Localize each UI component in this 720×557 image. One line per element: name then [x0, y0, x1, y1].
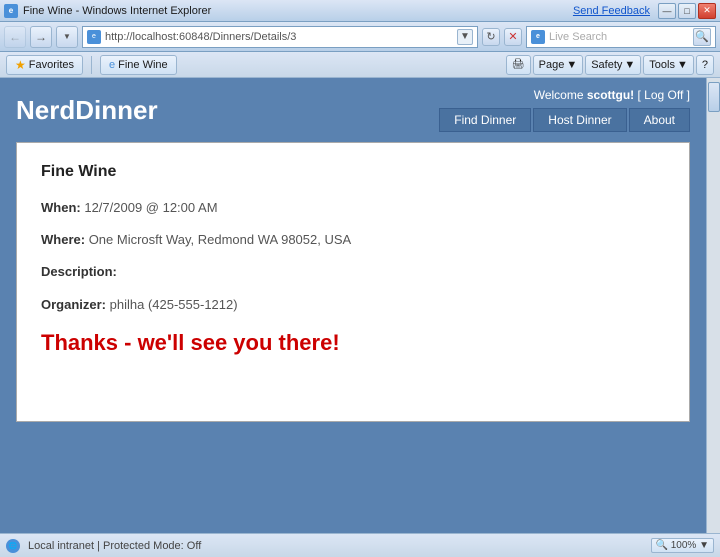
where-value: One Microsft Way, Redmond WA 98052, USA [89, 232, 352, 247]
minimize-button[interactable]: — [658, 3, 676, 19]
header-right: Welcome scottgu! [ Log Off ] Find Dinner… [439, 88, 690, 132]
safety-dropdown-icon: ▼ [624, 59, 635, 71]
where-field: Where: One Microsft Way, Redmond WA 9805… [41, 231, 665, 249]
live-search-text: Live Search [549, 31, 689, 43]
favorites-bar: ★ Favorites e Fine Wine 🖨 Page ▼ Safety … [0, 52, 720, 78]
username-label: scottgu! [587, 88, 634, 102]
ie-tab-icon: e [109, 59, 115, 71]
welcome-label: Welcome [534, 88, 584, 102]
window-title: Fine Wine - Windows Internet Explorer [23, 5, 211, 17]
tools-label: Tools [649, 59, 675, 71]
address-text: http://localhost:60848/Dinners/Details/3 [105, 31, 453, 43]
zoom-control[interactable]: 🔍 100% ▼ [651, 538, 715, 553]
star-icon: ★ [15, 58, 26, 72]
when-label: When: [41, 200, 81, 215]
page-icon: e [87, 30, 101, 44]
page-button[interactable]: Page ▼ [533, 55, 584, 75]
zoom-button[interactable]: 🔍 100% ▼ [651, 538, 715, 553]
zoom-level: 100% [671, 540, 697, 551]
dropdown-button[interactable]: ▼ [56, 26, 78, 48]
rsvp-message: Thanks - we'll see you there! [41, 330, 665, 356]
content-box: Fine Wine When: 12/7/2009 @ 12:00 AM Whe… [16, 142, 690, 422]
ie-logo-icon: e [4, 4, 18, 18]
navigation-bar: ← → ▼ e http://localhost:60848/Dinners/D… [0, 22, 720, 52]
organizer-field: Organizer: philha (425-555-1212) [41, 296, 665, 314]
live-search-logo-icon: e [531, 30, 545, 44]
favorites-label: Favorites [29, 59, 74, 71]
safety-button[interactable]: Safety ▼ [585, 55, 641, 75]
close-button[interactable]: ✕ [698, 3, 716, 19]
host-dinner-button[interactable]: Host Dinner [533, 108, 626, 132]
about-button[interactable]: About [629, 108, 690, 132]
site-wrapper: NerdDinner Welcome scottgu! [ Log Off ] … [0, 78, 706, 533]
zone-text: Local intranet | Protected Mode: Off [28, 540, 643, 552]
organizer-value: philha (425-555-1212) [110, 297, 238, 312]
stop-button[interactable]: ✕ [504, 28, 522, 46]
tab-label: Fine Wine [118, 59, 168, 71]
fine-wine-tab[interactable]: e Fine Wine [100, 55, 177, 75]
where-label: Where: [41, 232, 85, 247]
browser-outer: NerdDinner Welcome scottgu! [ Log Off ] … [0, 78, 720, 533]
when-field: When: 12/7/2009 @ 12:00 AM [41, 199, 665, 217]
maximize-button[interactable]: □ [678, 3, 696, 19]
favorites-button[interactable]: ★ Favorites [6, 55, 83, 75]
site-main: Fine Wine When: 12/7/2009 @ 12:00 AM Whe… [0, 132, 706, 533]
status-bar: 🌐 Local intranet | Protected Mode: Off 🔍… [0, 533, 720, 557]
zone-icon: 🌐 [6, 539, 20, 553]
logoff-link[interactable]: [ Log Off ] [638, 88, 690, 102]
zoom-dropdown-icon: ▼ [699, 540, 709, 551]
tools-dropdown-icon: ▼ [677, 59, 688, 71]
address-dropdown-button[interactable]: ▼ [457, 29, 473, 45]
site-title: NerdDinner [16, 95, 158, 126]
find-dinner-button[interactable]: Find Dinner [439, 108, 531, 132]
page-label: Page [539, 59, 565, 71]
print-button[interactable]: 🖨 [506, 55, 531, 75]
scroll-track[interactable] [706, 78, 720, 533]
forward-button[interactable]: → [30, 26, 52, 48]
zoom-icon: 🔍 [656, 540, 668, 551]
address-bar[interactable]: e http://localhost:60848/Dinners/Details… [82, 26, 478, 48]
help-icon: ? [702, 59, 708, 71]
tools-button[interactable]: Tools ▼ [643, 55, 694, 75]
toolbar-group: 🖨 Page ▼ Safety ▼ Tools ▼ ? [506, 55, 714, 75]
refresh-button[interactable]: ↻ [482, 28, 500, 46]
printer-icon: 🖨 [512, 59, 525, 70]
safety-label: Safety [591, 59, 622, 71]
page-dropdown-icon: ▼ [566, 59, 577, 71]
live-search-button[interactable]: 🔍 [693, 28, 711, 46]
description-field: Description: [41, 263, 665, 281]
dinner-title: Fine Wine [41, 163, 665, 181]
live-search-box[interactable]: e Live Search 🔍 [526, 26, 716, 48]
browser-content: NerdDinner Welcome scottgu! [ Log Off ] … [0, 78, 706, 533]
site-nav-links: Find Dinner Host Dinner About [439, 108, 690, 132]
welcome-message: Welcome scottgu! [ Log Off ] [534, 88, 690, 102]
organizer-label: Organizer: [41, 297, 106, 312]
title-bar: e Fine Wine - Windows Internet Explorer … [0, 0, 720, 22]
description-label: Description: [41, 264, 117, 279]
send-feedback-link[interactable]: Send Feedback [573, 5, 650, 17]
scroll-thumb[interactable] [708, 82, 720, 112]
help-button[interactable]: ? [696, 55, 714, 75]
favorites-divider [91, 56, 92, 74]
back-button[interactable]: ← [4, 26, 26, 48]
site-header: NerdDinner Welcome scottgu! [ Log Off ] … [0, 78, 706, 132]
when-value: 12/7/2009 @ 12:00 AM [84, 200, 217, 215]
